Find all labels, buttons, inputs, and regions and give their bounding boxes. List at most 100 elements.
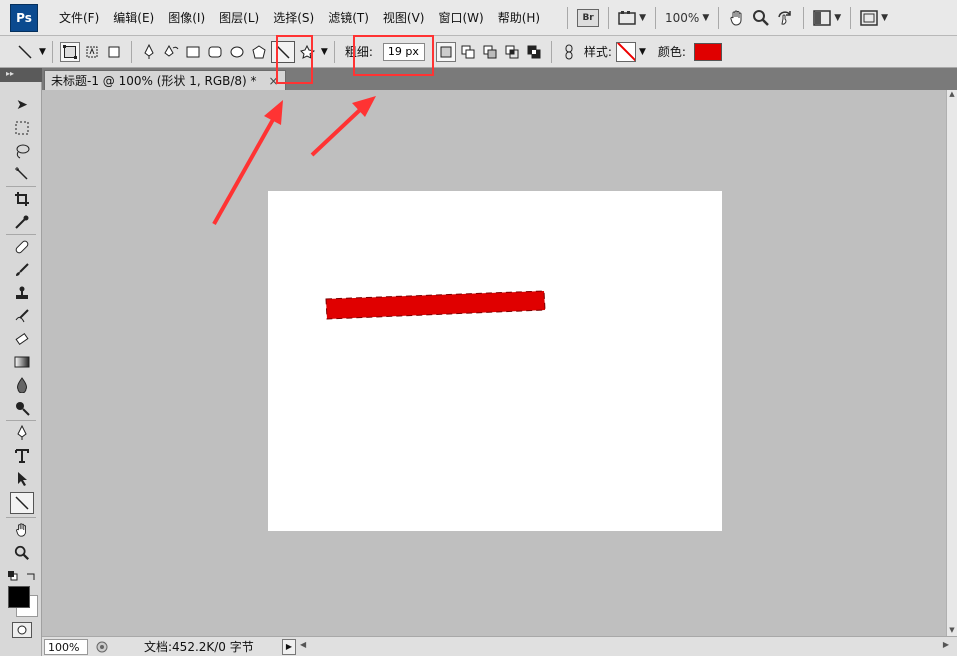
scroll-down-arrow[interactable]: ▼ xyxy=(947,626,957,634)
chevron-down-icon[interactable]: ▼ xyxy=(639,47,646,57)
menu-view[interactable]: 视图(V) xyxy=(376,7,432,29)
divider xyxy=(6,517,36,518)
zoom-level-button[interactable]: 100% ▼ xyxy=(665,6,709,30)
dodge-tool[interactable] xyxy=(10,397,34,419)
pen-tool-button[interactable] xyxy=(139,42,159,62)
horizontal-scrollbar[interactable]: ◀ ▶ xyxy=(300,640,949,654)
divider xyxy=(6,186,36,187)
status-info-button[interactable] xyxy=(94,639,110,655)
default-colors-icon xyxy=(8,571,18,581)
foreground-color-swatch[interactable] xyxy=(8,586,30,608)
subtract-shape-area-button[interactable] xyxy=(480,42,500,62)
zoom-tool-button[interactable] xyxy=(752,6,770,30)
menu-help[interactable]: 帮助(H) xyxy=(491,7,547,29)
healing-brush-tool[interactable] xyxy=(10,236,34,258)
document-canvas[interactable] xyxy=(268,191,722,531)
hand-icon xyxy=(730,10,742,26)
ellipse-tool-button[interactable] xyxy=(227,42,247,62)
toolbox-header[interactable]: ▸▸ xyxy=(0,68,42,82)
marquee-tool[interactable] xyxy=(10,117,34,139)
divider xyxy=(130,40,132,63)
menu-window[interactable]: 窗口(W) xyxy=(431,7,490,29)
paths-icon xyxy=(86,46,98,57)
menu-edit[interactable]: 编辑(E) xyxy=(106,7,161,29)
quick-selection-tool[interactable] xyxy=(10,163,34,185)
lasso-icon xyxy=(16,144,30,159)
path-selection-tool[interactable] xyxy=(10,468,34,490)
status-menu-button[interactable]: ▶ xyxy=(282,638,296,655)
chevron-down-icon: ▼ xyxy=(639,12,647,23)
create-new-shape-layer-button[interactable] xyxy=(435,41,456,62)
fill-pixels-icon xyxy=(108,46,120,57)
screen-mode-button[interactable]: ▼ xyxy=(860,6,888,30)
chevron-down-icon: ▼ xyxy=(834,12,842,23)
scroll-right-arrow[interactable]: ▶ xyxy=(943,640,949,649)
blur-tool[interactable] xyxy=(10,374,34,396)
add-to-shape-area-button[interactable] xyxy=(458,42,478,62)
menu-image[interactable]: 图像(I) xyxy=(161,7,212,29)
chevron-down-icon[interactable]: ▼ xyxy=(39,47,46,57)
options-bar: ▼ ▼ 粗细: 19 px 样式: ▼ 颜色: xyxy=(0,36,957,68)
chevron-down-icon[interactable]: ▼ xyxy=(321,47,328,57)
bridge-button[interactable]: Br xyxy=(577,6,600,30)
tool-preset-picker[interactable] xyxy=(15,42,35,62)
move-tool[interactable]: ➤ xyxy=(10,94,34,116)
brush-tool[interactable] xyxy=(10,259,34,281)
style-picker[interactable] xyxy=(615,41,636,62)
gradient-tool[interactable] xyxy=(10,351,34,373)
menu-layer[interactable]: 图层(L) xyxy=(212,7,266,29)
paths-button[interactable] xyxy=(82,42,102,62)
swap-colors-button[interactable] xyxy=(26,570,36,580)
new-shape-layer-icon xyxy=(440,46,452,57)
pen-tool[interactable] xyxy=(10,422,34,444)
move-icon: ➤ xyxy=(16,97,28,113)
divider xyxy=(333,40,335,63)
line-tool[interactable] xyxy=(10,492,34,514)
hand-tool-button[interactable] xyxy=(728,6,746,30)
zoom-icon xyxy=(14,545,30,561)
freeform-pen-button[interactable] xyxy=(161,42,181,62)
history-brush-tool[interactable] xyxy=(10,305,34,327)
crop-tool[interactable] xyxy=(10,188,34,210)
scroll-left-arrow[interactable]: ◀ xyxy=(300,640,306,649)
zoom-icon xyxy=(753,9,770,26)
arrange-documents-button[interactable]: ▼ xyxy=(813,6,841,30)
rotate-view-button[interactable] xyxy=(776,6,794,30)
brush-icon xyxy=(16,263,29,276)
menu-select[interactable]: 选择(S) xyxy=(266,7,321,29)
type-tool[interactable] xyxy=(10,445,34,467)
link-style-button[interactable] xyxy=(559,42,579,62)
color-swatch[interactable] xyxy=(693,42,722,61)
quick-mask-button[interactable] xyxy=(12,622,32,638)
zoom-tool[interactable] xyxy=(10,542,34,564)
status-zoom-field[interactable]: 100% xyxy=(44,638,88,655)
film-icon xyxy=(618,10,636,25)
exclude-overlapping-areas-button[interactable] xyxy=(524,42,544,62)
divider xyxy=(6,234,36,235)
intersect-shape-areas-button[interactable] xyxy=(502,42,522,62)
shape-layers-button[interactable] xyxy=(59,41,80,62)
polygon-icon xyxy=(252,44,266,58)
default-colors-button[interactable] xyxy=(8,570,18,581)
scroll-up-arrow[interactable]: ▲ xyxy=(947,90,957,98)
divider xyxy=(850,6,852,29)
view-extras-button[interactable]: ▼ xyxy=(618,6,646,30)
screen-mode-icon xyxy=(860,9,878,26)
divider xyxy=(6,420,36,421)
menu-filter[interactable]: 滤镜(T) xyxy=(321,7,376,29)
document-tab[interactable]: 未标题-1 @ 100% (形状 1, RGB/8) * × xyxy=(44,70,286,90)
eyedropper-tool[interactable] xyxy=(10,211,34,233)
rectangle-tool-button[interactable] xyxy=(183,42,203,62)
polygon-tool-button[interactable] xyxy=(249,42,269,62)
red-line-shape[interactable] xyxy=(325,290,546,320)
clone-stamp-tool[interactable] xyxy=(10,282,34,304)
lasso-tool[interactable] xyxy=(10,140,34,162)
fill-pixels-button[interactable] xyxy=(104,42,124,62)
menu-file[interactable]: 文件(F) xyxy=(52,7,106,29)
hand-tool[interactable] xyxy=(10,519,34,541)
rounded-rectangle-tool-button[interactable] xyxy=(205,42,225,62)
photoshop-logo: Ps xyxy=(10,3,38,32)
quick-select-icon xyxy=(15,167,28,180)
vertical-scrollbar[interactable]: ▲ ▼ xyxy=(946,90,957,636)
eraser-tool[interactable] xyxy=(10,328,34,350)
